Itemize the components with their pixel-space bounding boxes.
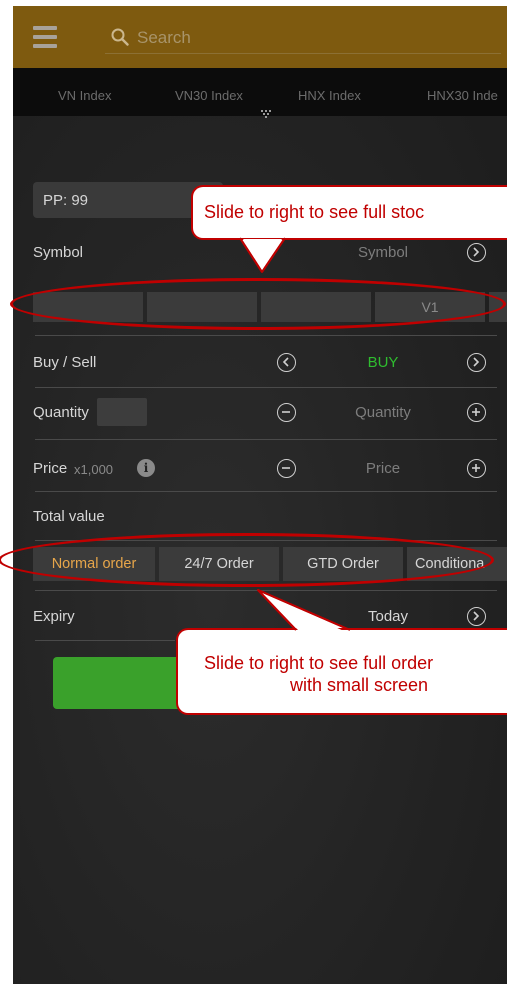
chevron-left-icon[interactable]	[277, 353, 296, 372]
index-tab-hnx-index[interactable]: HNX Index	[298, 88, 361, 103]
callout-stock-text: Slide to right to see full stoc	[204, 202, 425, 222]
annotation-ellipse-order	[0, 533, 494, 587]
expiry-value[interactable]: Today	[353, 608, 423, 625]
search-box[interactable]	[105, 22, 501, 54]
divider	[35, 590, 497, 591]
chevron-right-icon[interactable]	[467, 353, 486, 372]
divider	[35, 640, 175, 641]
drag-handle-icon[interactable]	[261, 110, 271, 118]
annotation-ellipse-stock	[10, 278, 506, 330]
search-input[interactable]	[137, 26, 477, 50]
callout-order-text-line2: with small screen	[290, 675, 429, 695]
plus-icon[interactable]	[467, 403, 486, 422]
minus-icon[interactable]	[277, 459, 296, 478]
top-bar	[13, 6, 507, 68]
chevron-right-icon[interactable]	[467, 243, 486, 262]
price-label: Price	[33, 460, 68, 477]
total-value-label: Total value	[33, 508, 105, 525]
divider	[35, 439, 497, 440]
index-tab-vn30-index[interactable]: VN30 Index	[175, 88, 243, 103]
buy-sell-label: Buy / Sell	[33, 354, 97, 371]
quantity-input[interactable]: Quantity	[333, 404, 433, 421]
price-input[interactable]: Price	[343, 460, 423, 477]
symbol-label: Symbol	[33, 244, 84, 261]
chevron-right-icon[interactable]	[467, 607, 486, 626]
hamburger-menu-icon[interactable]	[33, 26, 57, 48]
callout-stock-hint: Slide to right to see full stoc	[191, 185, 507, 240]
callout-order-text-line1: Slide to right to see full order	[204, 653, 434, 673]
info-icon[interactable]: i	[137, 459, 155, 477]
divider	[35, 491, 497, 492]
expiry-label: Expiry	[33, 608, 75, 625]
quantity-label: Quantity	[33, 404, 89, 421]
divider	[35, 335, 497, 336]
minus-icon[interactable]	[277, 403, 296, 422]
plus-icon[interactable]	[467, 459, 486, 478]
index-tab-vn-index[interactable]: VN Index	[58, 88, 111, 103]
divider	[35, 387, 497, 388]
side-value: BUY	[367, 354, 399, 371]
price-unit: x1,000	[74, 462, 114, 477]
market-index-bar: VN Index VN30 Index HNX Index HNX30 Inde	[13, 68, 507, 118]
quantity-lot-box[interactable]	[97, 398, 147, 426]
app-screen: VN Index VN30 Index HNX Index HNX30 Inde…	[13, 6, 507, 984]
index-tab-hnx30-index[interactable]: HNX30 Inde	[427, 88, 498, 103]
search-icon	[111, 28, 129, 46]
symbol-input[interactable]: Symbol	[343, 244, 423, 261]
callout-order-hint: Slide to right to see full order with sm…	[176, 628, 507, 715]
